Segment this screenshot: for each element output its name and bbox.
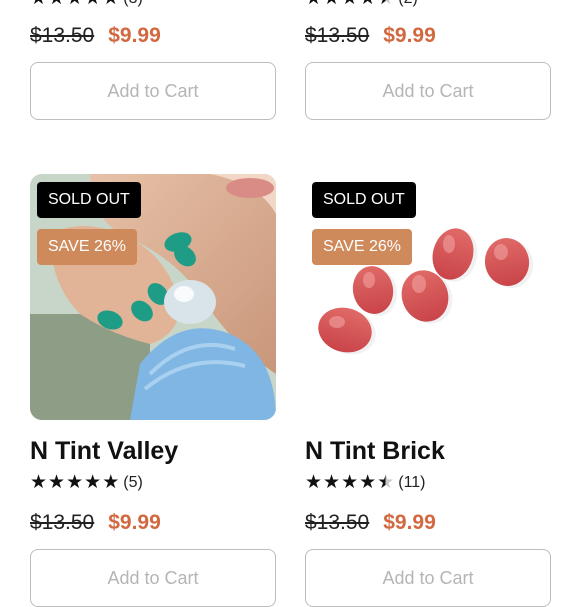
star-icon: ★ bbox=[102, 0, 119, 10]
star-icon: ★ bbox=[341, 0, 358, 10]
add-to-cart-button[interactable]: Add to Cart bbox=[305, 549, 551, 607]
star-icon: ★ bbox=[48, 0, 65, 10]
star-icon: ★ bbox=[48, 472, 66, 493]
rating-stars: ★ ★ ★ ★ ★ (11) bbox=[305, 472, 551, 494]
product-card-n-tint-brick: SOLD OUT SAVE 26% N Tint Brick ★ ★ ★ ★ ★… bbox=[305, 174, 551, 607]
price-row: $13.50 $9.99 bbox=[305, 511, 551, 535]
sale-price: $9.99 bbox=[108, 24, 161, 47]
rating-stars: ★ ★ ★ ★ ★ (3) bbox=[30, 0, 276, 10]
price-row: $13.50 $9.99 bbox=[30, 511, 276, 535]
half-star-icon: ★ bbox=[377, 0, 394, 10]
star-icon: ★ bbox=[30, 0, 47, 10]
original-price: $13.50 bbox=[305, 24, 370, 47]
rating-stars: ★ ★ ★ ★ ★ (5) bbox=[30, 472, 276, 494]
original-price: $13.50 bbox=[30, 24, 95, 47]
star-icon: ★ bbox=[84, 0, 101, 10]
star-icon: ★ bbox=[341, 472, 359, 493]
product-title[interactable]: N Tint Brick bbox=[305, 437, 551, 466]
sale-price: $9.99 bbox=[383, 24, 436, 47]
original-price: $13.50 bbox=[30, 511, 95, 534]
add-to-cart-button[interactable]: Add to Cart bbox=[305, 62, 551, 120]
half-star-icon: ★ bbox=[377, 472, 395, 493]
add-to-cart-button[interactable]: Add to Cart bbox=[30, 62, 276, 120]
star-icon: ★ bbox=[305, 0, 322, 10]
product-card: ★ ★ ★ ★ ★ (2) $13.50 $9.99 Add to Cart bbox=[305, 0, 551, 120]
original-price: $13.50 bbox=[305, 511, 370, 534]
star-icon: ★ bbox=[359, 0, 376, 10]
discount-badge: SAVE 26% bbox=[312, 229, 412, 265]
price-row: $13.50 $9.99 bbox=[30, 24, 276, 48]
star-icon: ★ bbox=[30, 472, 48, 493]
sold-out-badge: SOLD OUT bbox=[37, 182, 141, 218]
star-icon: ★ bbox=[323, 472, 341, 493]
star-icon: ★ bbox=[305, 472, 323, 493]
star-icon: ★ bbox=[66, 472, 84, 493]
product-card: ★ ★ ★ ★ ★ (3) $13.50 $9.99 Add to Cart bbox=[30, 0, 276, 120]
price-row: $13.50 $9.99 bbox=[305, 24, 551, 48]
product-card-n-tint-valley: SOLD OUT SAVE 26% N Tint Valley ★ ★ ★ ★ … bbox=[30, 174, 276, 607]
product-title[interactable]: N Tint Valley bbox=[30, 437, 276, 466]
product-image[interactable]: SOLD OUT SAVE 26% bbox=[30, 174, 276, 420]
star-icon: ★ bbox=[323, 0, 340, 10]
discount-badge: SAVE 26% bbox=[37, 229, 137, 265]
rating-stars: ★ ★ ★ ★ ★ (2) bbox=[305, 0, 551, 10]
sale-price: $9.99 bbox=[108, 511, 161, 534]
review-count[interactable]: (5) bbox=[123, 474, 143, 492]
star-icon: ★ bbox=[102, 472, 120, 493]
star-icon: ★ bbox=[84, 472, 102, 493]
review-count[interactable]: (3) bbox=[123, 0, 143, 8]
star-icon: ★ bbox=[66, 0, 83, 10]
star-icon: ★ bbox=[359, 472, 377, 493]
add-to-cart-button[interactable]: Add to Cart bbox=[30, 549, 276, 607]
product-image[interactable]: SOLD OUT SAVE 26% bbox=[305, 174, 551, 420]
sold-out-badge: SOLD OUT bbox=[312, 182, 416, 218]
review-count[interactable]: (2) bbox=[398, 0, 418, 8]
review-count[interactable]: (11) bbox=[398, 474, 425, 492]
sale-price: $9.99 bbox=[383, 511, 436, 534]
